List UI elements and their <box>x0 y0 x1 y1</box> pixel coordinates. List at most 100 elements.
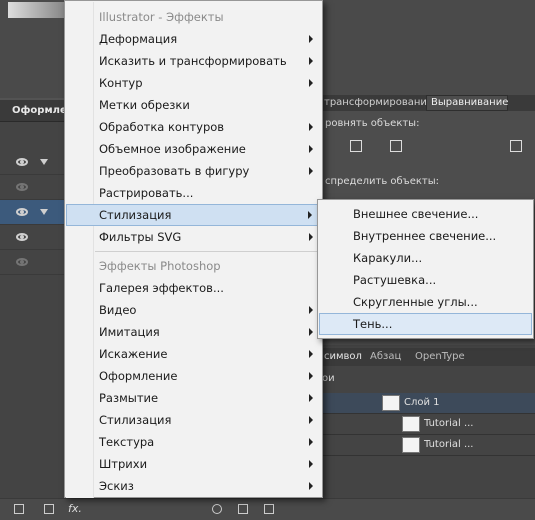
menu-item-label: Размытие <box>99 391 159 405</box>
clear-icon[interactable] <box>212 504 222 514</box>
submenu-arrow-icon <box>309 57 313 65</box>
menu-item-label: Illustrator - Эффекты <box>99 10 224 24</box>
fx-button[interactable]: fx. <box>68 502 82 515</box>
submenu-arrow-icon <box>308 211 312 219</box>
submenu-item-inner-glow[interactable]: Внутреннее свечение... <box>319 225 532 247</box>
submenu-arrow-icon <box>309 79 313 87</box>
submenu-item-outer-glow[interactable]: Внешнее свечение... <box>319 203 532 225</box>
submenu-arrow-icon <box>309 372 313 380</box>
align-left-icon[interactable] <box>350 140 362 152</box>
duplicate-icon[interactable] <box>238 504 248 514</box>
submenu-item-label: Скругленные углы... <box>353 295 478 309</box>
layers-section-label: ои <box>322 373 335 384</box>
menu-item-warp[interactable]: Деформация <box>66 28 322 50</box>
submenu-item-label: Каракули... <box>353 251 423 265</box>
menu-item-effect-gallery[interactable]: Галерея эффектов... <box>66 277 322 299</box>
menu-item-label: Эскиз <box>99 479 134 493</box>
submenu-item-feather[interactable]: Растушевка... <box>319 269 532 291</box>
submenu-arrow-icon <box>309 416 313 424</box>
menu-item-artistic[interactable]: Имитация <box>66 321 322 343</box>
menu-item-path[interactable]: Контур <box>66 72 322 94</box>
bottom-toolbar: fx. <box>0 498 535 520</box>
appearance-tab[interactable]: Оформлен <box>0 100 74 122</box>
appearance-row[interactable] <box>0 175 64 200</box>
submenu-item-label: Внутреннее свечение... <box>353 229 497 243</box>
eye-icon[interactable] <box>16 158 28 166</box>
menu-item-label: Объемное изображение <box>99 142 246 156</box>
eye-icon[interactable] <box>16 208 28 216</box>
submenu-arrow-icon <box>309 460 313 468</box>
appearance-row[interactable] <box>0 225 64 250</box>
submenu-item-scribble[interactable]: Каракули... <box>319 247 532 269</box>
layer-row[interactable]: Слой 1 <box>322 393 535 414</box>
submenu-arrow-icon <box>309 482 313 490</box>
menu-item-pathfinder[interactable]: Обработка контуров <box>66 116 322 138</box>
submenu-arrow-icon <box>309 145 313 153</box>
layer-name[interactable]: Tutorial ... <box>424 439 473 450</box>
menu-item-convert-to-shape[interactable]: Преобразовать в фигуру <box>66 160 322 182</box>
layer-row[interactable]: Tutorial ... <box>322 435 535 456</box>
distribute-objects-label: спределить объекты: <box>325 176 440 187</box>
layer-thumbnail <box>402 437 420 453</box>
eye-icon[interactable] <box>16 233 28 241</box>
clear-appearance-icon[interactable] <box>14 504 24 514</box>
menu-item-sketch[interactable]: Эскиз <box>66 475 322 497</box>
trash-icon[interactable] <box>264 504 274 514</box>
menu-item-texture[interactable]: Текстура <box>66 431 322 453</box>
menu-item-blur[interactable]: Размытие <box>66 387 322 409</box>
menu-item-3d[interactable]: Объемное изображение <box>66 138 322 160</box>
tab-paragraph[interactable]: Абзац <box>370 351 401 362</box>
reduce-icon[interactable] <box>44 504 54 514</box>
tab-symbol[interactable]: символ <box>324 351 362 362</box>
menu-item-label: Штрихи <box>99 457 148 471</box>
stylize-submenu: Внешнее свечение... Внутреннее свечение.… <box>317 199 534 339</box>
eye-icon[interactable] <box>16 183 28 191</box>
tab-align-label: Выравнивание <box>431 97 509 108</box>
align-bottom-icon[interactable] <box>510 140 522 152</box>
submenu-item-drop-shadow[interactable]: Тень... <box>319 313 532 335</box>
menu-item-label: Метки обрезки <box>99 98 190 112</box>
appearance-row[interactable] <box>0 250 64 275</box>
menu-item-stylize[interactable]: Стилизация <box>66 204 322 226</box>
menu-item-label: Растрировать... <box>99 186 194 200</box>
appearance-row[interactable] <box>0 150 64 175</box>
submenu-arrow-icon <box>309 328 313 336</box>
menu-separator <box>95 251 320 252</box>
tab-transform[interactable]: трансформирование <box>324 97 433 108</box>
menu-item-label: Фильтры SVG <box>99 230 182 244</box>
menu-item-label: Текстура <box>99 435 155 449</box>
menu-item-svg-filters[interactable]: Фильтры SVG <box>66 226 322 248</box>
submenu-arrow-icon <box>309 167 313 175</box>
submenu-arrow-icon <box>309 306 313 314</box>
submenu-item-label: Внешнее свечение... <box>353 207 479 221</box>
menu-item-distort[interactable]: Искажение <box>66 343 322 365</box>
expand-triangle-icon[interactable] <box>40 209 48 215</box>
menu-header-illustrator-effects: Illustrator - Эффекты <box>66 6 322 28</box>
menu-item-brush-strokes[interactable]: Штрихи <box>66 453 322 475</box>
menu-item-pixelate[interactable]: Оформление <box>66 365 322 387</box>
expand-triangle-icon[interactable] <box>40 159 48 165</box>
submenu-item-round-corners[interactable]: Скругленные углы... <box>319 291 532 313</box>
align-objects-label: ровнять объекты: <box>325 118 420 129</box>
align-center-icon[interactable] <box>390 140 402 152</box>
menu-item-label: Преобразовать в фигуру <box>99 164 250 178</box>
eye-icon[interactable] <box>16 258 28 266</box>
menu-item-label: Галерея эффектов... <box>99 281 224 295</box>
menu-item-stylize-photoshop[interactable]: Стилизация <box>66 409 322 431</box>
submenu-arrow-icon <box>309 233 313 241</box>
layer-row[interactable]: Tutorial ... <box>322 414 535 435</box>
menu-item-distort-transform[interactable]: Исказить и трансформировать <box>66 50 322 72</box>
appearance-row[interactable] <box>0 200 64 225</box>
tab-opentype[interactable]: OpenType <box>415 351 465 362</box>
menu-item-label: Оформление <box>99 369 178 383</box>
submenu-item-label: Растушевка... <box>353 273 437 287</box>
menu-item-video[interactable]: Видео <box>66 299 322 321</box>
menu-item-label: Стилизация <box>99 413 172 427</box>
menu-item-rasterize[interactable]: Растрировать... <box>66 182 322 204</box>
layer-name[interactable]: Слой 1 <box>404 397 440 408</box>
menu-item-label: Обработка контуров <box>99 120 225 134</box>
menu-item-crop-marks[interactable]: Метки обрезки <box>66 94 322 116</box>
menu-item-label: Стилизация <box>99 208 172 222</box>
tab-align[interactable]: Выравнивание <box>426 95 508 111</box>
layer-name[interactable]: Tutorial ... <box>424 418 473 429</box>
